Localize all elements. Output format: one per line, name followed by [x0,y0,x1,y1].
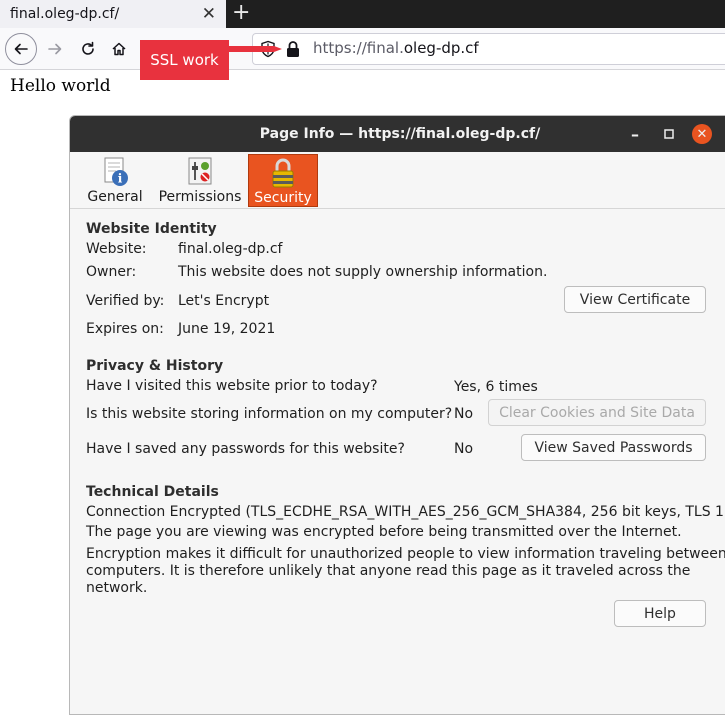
visited-answer: Yes, 6 times [454,379,538,395]
url-host: oleg-dp.cf [403,39,479,57]
website-identity-heading: Website Identity [86,221,217,237]
svg-text:i: i [118,172,123,186]
reload-button[interactable] [75,34,101,64]
owner-label: Owner: [86,264,137,280]
url-text[interactable]: https://final.oleg-dp.cf [313,39,479,57]
dialog-title-bar[interactable]: Page Info — https://final.oleg-dp.cf/ – … [70,116,725,152]
help-button[interactable]: Help [614,600,706,627]
dialog-toolbar: i General Permissions Security [70,152,725,208]
browser-tab[interactable]: final.oleg-dp.cf/ ✕ [0,0,226,28]
info-icon: i [104,157,128,186]
close-button[interactable]: ✕ [692,124,712,144]
storing-question: Is this website storing information on m… [86,406,453,422]
maximize-icon [664,129,674,139]
home-icon [112,42,126,56]
visited-question: Have I visited this website prior to tod… [86,378,378,394]
navigation-bar: https://final.oleg-dp.cf [0,28,725,70]
website-label: Website: [86,241,147,257]
url-prefix: https://final. [313,39,404,57]
storing-answer: No [454,406,474,422]
forward-arrow-icon [48,43,62,55]
tab-security[interactable]: Security [248,154,318,207]
tab-permissions-label: Permissions [158,189,242,205]
minimize-button[interactable]: – [624,116,646,152]
view-saved-passwords-button[interactable]: View Saved Passwords [521,434,706,461]
connection-encrypted-text: Connection Encrypted (TLS_ECDHE_RSA_WITH… [86,504,725,520]
tab-strip: final.oleg-dp.cf/ ✕ + [0,0,725,28]
back-button[interactable] [5,33,37,65]
verified-by-label: Verified by: [86,293,165,309]
tab-general-label: General [87,189,143,205]
encryption-summary-text: The page you are viewing was encrypted b… [86,524,682,540]
verified-by-value: Let's Encrypt [178,293,270,309]
tab-general[interactable]: i General [86,154,144,207]
owner-value: This website does not supply ownership i… [178,264,548,280]
padlock-icon[interactable] [285,40,301,58]
view-certificate-button[interactable]: View Certificate [564,286,706,313]
reload-icon [82,41,94,55]
padlock-icon [272,158,294,188]
page-body-text: Hello world [10,76,111,96]
maximize-button[interactable] [658,116,680,152]
annotation-label: SSL work [140,40,229,80]
passwords-question: Have I saved any passwords for this webs… [86,441,405,457]
expires-on-label: Expires on: [86,321,164,337]
dialog-title: Page Info — https://final.oleg-dp.cf/ [259,126,541,142]
forward-button[interactable] [42,34,68,64]
back-arrow-icon [14,43,28,55]
website-value: final.oleg-dp.cf [178,241,283,257]
passwords-answer: No [454,441,474,457]
tab-security-label: Security [254,190,312,206]
technical-details-heading: Technical Details [86,484,219,500]
encryption-explanation-line-1: Encryption makes it difficult for unauth… [86,546,725,562]
new-tab-button[interactable]: + [232,1,250,25]
tab-title: final.oleg-dp.cf/ [10,6,120,22]
encryption-explanation-line-3: network. [86,580,148,596]
privacy-history-heading: Privacy & History [86,358,224,374]
clear-cookies-button[interactable]: Clear Cookies and Site Data [488,399,706,426]
tab-close-icon[interactable]: ✕ [202,4,216,24]
encryption-explanation-line-2: computers. It is therefore unlikely that… [86,563,691,579]
security-panel: Website Identity Website: final.oleg-dp.… [70,208,725,714]
home-button[interactable] [106,34,132,64]
url-bar[interactable]: https://final.oleg-dp.cf [252,33,725,65]
expires-on-value: June 19, 2021 [178,321,276,337]
tab-permissions[interactable]: Permissions [157,154,243,207]
permissions-icon [188,157,212,185]
page-info-dialog: Page Info — https://final.oleg-dp.cf/ – … [69,115,725,715]
annotation-arrow [222,46,282,52]
